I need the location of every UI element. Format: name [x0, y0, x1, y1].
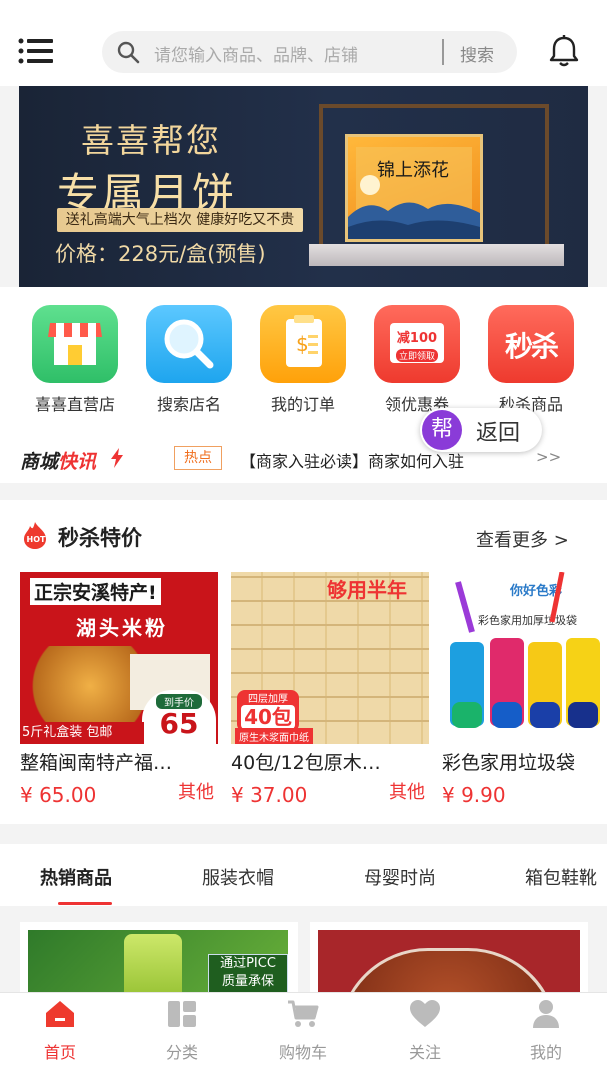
category-icon — [168, 1001, 196, 1027]
svg-text:$: $ — [296, 332, 309, 356]
product-tag: 其他 — [178, 782, 214, 803]
goods-card[interactable] — [310, 922, 588, 1002]
banner-title-line1: 喜喜帮您 — [81, 121, 221, 160]
goods-card[interactable]: 通过PICC 质量承保 — [20, 922, 298, 1002]
store-icon — [32, 305, 118, 383]
category-tabs: 热销商品 服装衣帽 母婴时尚 箱包鞋靴 — [0, 844, 607, 906]
nav-category[interactable]: 分类 — [142, 999, 222, 1063]
user-icon — [533, 1000, 559, 1028]
product-tag: 其他 — [389, 782, 425, 803]
hot-fire-icon: HOT — [24, 522, 46, 549]
quick-menu-label: 喜喜直营店 — [34, 395, 115, 414]
header: 请您输入商品、品牌、店铺 搜索 — [0, 0, 607, 86]
product-image-strip: 原生木浆面巾纸 — [235, 728, 313, 744]
product-image-subtext: 湖头米粉 — [76, 616, 168, 640]
cart-icon — [288, 1000, 319, 1027]
quick-menu-label: 搜索店名 — [156, 395, 221, 414]
lightning-icon — [111, 448, 123, 468]
bell-icon[interactable] — [547, 34, 581, 68]
nav-label: 我的 — [529, 1043, 562, 1062]
tab-hot-products[interactable]: 热销商品 — [40, 864, 112, 890]
picc-badge-line2: 质量承保 — [221, 974, 274, 989]
product-image: 你好色彩 彩色家用加厚垃圾袋 — [442, 572, 607, 744]
picc-badge: 通过PICC 质量承保 — [208, 954, 288, 994]
quick-menu-item-flash-sale[interactable]: 秒杀 秒杀商品 — [486, 305, 576, 415]
promo-banner[interactable]: 锦上添花 喜喜帮您 专属月饼 送礼高端大气上档次 健康好吃又不贵 价格：228元… — [19, 86, 588, 287]
news-logo-part1: 商城 — [20, 451, 59, 473]
news-logo-part2: 快讯 — [58, 451, 97, 473]
nav-label: 购物车 — [278, 1043, 327, 1062]
tab-bags-shoes[interactable]: 箱包鞋靴 — [525, 864, 597, 890]
nav-follow[interactable]: 关注 — [385, 999, 465, 1063]
svg-text:HOT: HOT — [27, 535, 46, 544]
product-image: 够用半年 四层加厚 40包 原生木浆面巾纸 — [231, 572, 429, 744]
flash-sale-more-link[interactable]: 查看更多 > — [476, 526, 569, 552]
bottom-nav: 首页 分类 购物车 关注 我的 — [0, 992, 607, 1080]
nav-home[interactable]: 首页 — [20, 999, 100, 1063]
coupon-icon: 减100 立即领取 — [374, 305, 460, 383]
pack-badge-value: 40包 — [241, 705, 295, 729]
product-image-text: 够用半年 — [327, 578, 407, 602]
product-image: 正宗安溪特产! 湖头米粉 到手价 65 5斤礼盒装 包邮 — [20, 572, 218, 744]
search-bar[interactable]: 请您输入商品、品牌、店铺 搜索 — [102, 31, 517, 73]
news-logo: 商城快讯 — [20, 447, 96, 474]
menu-icon[interactable] — [18, 38, 54, 64]
product-card[interactable]: 你好色彩 彩色家用加厚垃圾袋 彩色家用垃圾袋 ¥ 9.90 — [442, 572, 607, 807]
picc-badge-line1: 通过PICC — [220, 956, 276, 971]
nav-label: 首页 — [43, 1043, 76, 1062]
product-card[interactable]: 够用半年 四层加厚 40包 原生木浆面巾纸 40包/12包原木… ¥ 37.00… — [231, 572, 431, 807]
news-more-link[interactable]: >> — [536, 448, 561, 466]
tab-maternity-fashion[interactable]: 母婴时尚 — [364, 864, 436, 890]
pack-badge-label: 四层加厚 — [248, 694, 288, 705]
coupon-badge: 减100 — [396, 331, 438, 346]
flash-sale-section: HOT 秒杀特价 查看更多 > 正宗安溪特产! 湖头米粉 到手价 65 5斤礼盒… — [0, 500, 607, 824]
quick-menu-label: 我的订单 — [270, 395, 335, 414]
product-card[interactable]: 正宗安溪特产! 湖头米粉 到手价 65 5斤礼盒装 包邮 整箱闽南特产福… ¥ … — [20, 572, 220, 807]
mooncake-box-image — [345, 134, 483, 242]
nav-label: 分类 — [165, 1043, 198, 1062]
nav-profile[interactable]: 我的 — [506, 999, 586, 1063]
price-badge: 到手价 65 — [142, 690, 216, 744]
product-price: ¥ 9.90 — [442, 783, 506, 807]
search-icon — [117, 41, 140, 64]
magnifier-icon — [146, 305, 232, 383]
flash-badge-text: 秒杀 — [504, 330, 559, 363]
tab-clothing[interactable]: 服装衣帽 — [202, 864, 274, 890]
price-badge-value: 65 — [159, 707, 199, 740]
back-badge: 帮 — [422, 410, 462, 450]
flash-sale-title: 秒杀特价 — [58, 526, 142, 550]
nav-cart[interactable]: 购物车 — [263, 999, 343, 1063]
banner-subtitle: 送礼高端大气上档次 健康好吃又不贵 — [57, 208, 303, 232]
back-button[interactable]: 帮 返回 — [420, 408, 542, 452]
quick-menu-item-coupons[interactable]: 减100 立即领取 领优惠券 — [372, 305, 462, 415]
pack-badge: 四层加厚 40包 — [237, 690, 299, 732]
garbage-bags-image — [450, 572, 600, 728]
product-image-text: 正宗安溪特产! — [30, 578, 161, 605]
back-label: 返回 — [476, 421, 521, 446]
product-name: 整箱闽南特产福… — [20, 752, 173, 774]
quick-menu-item-store[interactable]: 喜喜直营店 — [30, 305, 120, 415]
banner-display-stand — [309, 244, 564, 266]
product-name: 彩色家用垃圾袋 — [442, 752, 576, 774]
quick-menu-item-orders[interactable]: $ 我的订单 — [258, 305, 348, 415]
heart-icon — [410, 1000, 440, 1027]
nav-label: 关注 — [408, 1043, 441, 1062]
home-icon — [46, 1001, 74, 1027]
quick-menu-item-search-shop[interactable]: 搜索店名 — [144, 305, 234, 415]
search-divider — [442, 39, 444, 65]
flash-sale-icon: 秒杀 — [488, 305, 574, 383]
product-name: 40包/12包原木… — [231, 752, 381, 774]
search-input[interactable]: 请您输入商品、品牌、店铺 — [154, 41, 358, 66]
active-tab-indicator — [58, 902, 112, 905]
product-image-strip: 5斤礼盒装 包邮 — [20, 722, 144, 744]
order-icon: $ — [260, 305, 346, 383]
box-label: 锦上添花 — [377, 160, 449, 181]
news-hot-tag: 热点 — [174, 446, 222, 470]
coupon-sub: 立即领取 — [396, 349, 438, 362]
banner-price: 价格：228元/盒(预售) — [55, 242, 266, 266]
search-button[interactable]: 搜索 — [460, 41, 494, 66]
